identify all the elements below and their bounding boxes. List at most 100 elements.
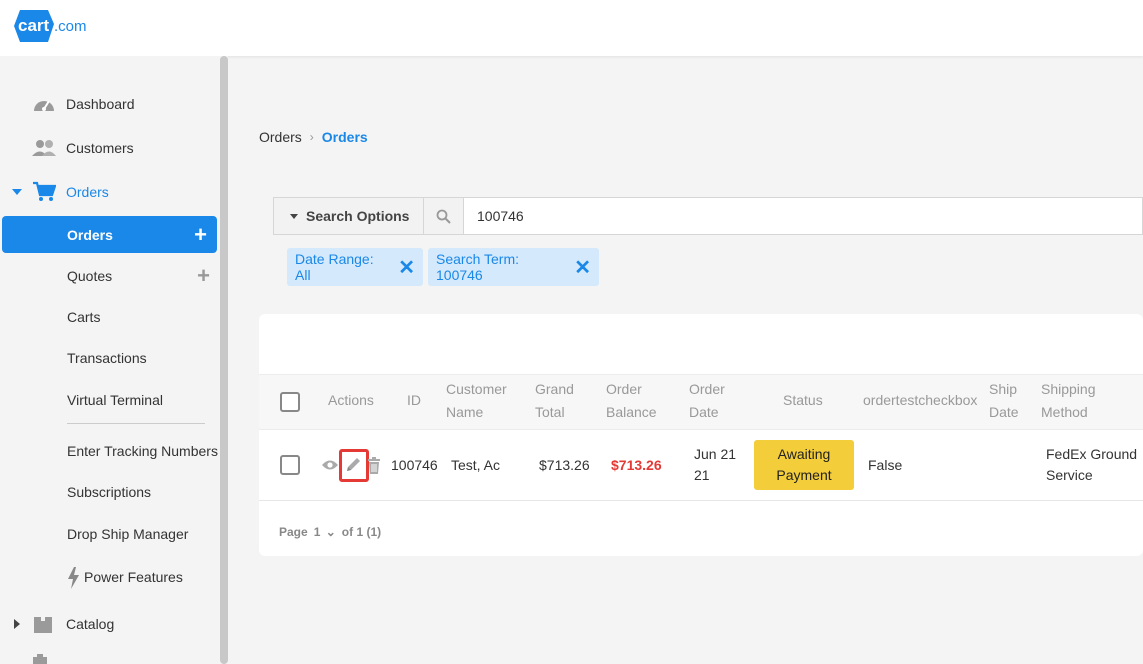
top-header: cart .com (0, 0, 1143, 56)
breadcrumb: Orders › Orders (259, 129, 368, 145)
header-line: Date (689, 404, 719, 420)
search-options-label: Search Options (306, 208, 410, 224)
column-header-ordertestcheckbox[interactable]: ordertestcheckbox (863, 389, 977, 412)
sidebar-subitem-virtual-terminal[interactable]: Virtual Terminal (0, 382, 220, 418)
search-bar: Search Options (273, 197, 1143, 235)
select-all-checkbox[interactable] (280, 392, 300, 412)
filter-chip-label: Date Range: All (295, 251, 374, 283)
column-header-actions: Actions (328, 392, 374, 408)
column-header-status[interactable]: Status (783, 389, 823, 412)
next-section-icon (33, 654, 47, 664)
status-badge: Awaiting Payment (754, 440, 854, 490)
sidebar-item-catalog[interactable]: Catalog (0, 606, 220, 642)
pagination: Page 1 ⌄ of 1 (1) (279, 525, 381, 539)
column-header-order-balance[interactable]: Order Balance (606, 378, 657, 424)
edit-highlight-box (339, 449, 369, 482)
order-balance: $713.26 (611, 457, 662, 473)
sidebar-item-label: Quotes (67, 268, 113, 284)
orders-table-card (259, 314, 1143, 556)
header-line: Method (1041, 404, 1088, 420)
sidebar-item-label: Orders (67, 226, 113, 243)
shipping-method: FedEx Ground Service (1046, 444, 1137, 486)
grand-total: $713.26 (539, 457, 590, 473)
column-header-shipping-method[interactable]: Shipping Method (1041, 378, 1096, 424)
catalog-box-icon (34, 613, 52, 633)
sidebar-item-label: Subscriptions (67, 484, 152, 500)
row-divider (259, 500, 1143, 501)
sidebar-item-label: Carts (67, 309, 101, 325)
breadcrumb-separator: › (309, 130, 314, 144)
search-icon-button[interactable] (424, 198, 464, 234)
remove-filter-icon[interactable]: ✕ (398, 255, 415, 280)
remove-filter-icon[interactable]: ✕ (574, 255, 591, 280)
order-id[interactable]: 100746 (391, 455, 438, 476)
date-line: 21 (694, 467, 710, 483)
sidebar-subitem-power-features[interactable]: Power Features (0, 559, 220, 595)
filter-chip-search-term: Search Term: 100746 ✕ (428, 248, 599, 286)
sidebar-item-label: Catalog (66, 616, 115, 632)
sidebar-subitem-quotes[interactable]: Quotes + (0, 258, 220, 294)
sidebar-subitem-carts[interactable]: Carts (0, 299, 220, 335)
search-input[interactable] (465, 198, 1135, 234)
column-header-ship-date[interactable]: Ship Date (989, 378, 1019, 424)
add-quote-icon[interactable]: + (197, 265, 210, 287)
sidebar-item-label: Dashboard (66, 96, 135, 112)
breadcrumb-current: Orders (321, 129, 368, 145)
ordertestcheckbox-value: False (868, 457, 903, 473)
filter-chip-label: Search Term: 100746 (436, 251, 519, 283)
filter-chip-date-range: Date Range: All ✕ (287, 248, 423, 286)
lightning-bolt-icon (68, 567, 79, 589)
customer-name[interactable]: Test, Ac (451, 455, 500, 476)
page-label: Page (279, 525, 308, 539)
sidebar-item-orders[interactable]: Orders (0, 174, 220, 210)
date-line: Jun 21 (694, 446, 737, 462)
row-select-checkbox[interactable] (280, 455, 300, 475)
method-line: FedEx Ground (1046, 446, 1138, 462)
search-icon (436, 209, 451, 224)
header-line: Ship (989, 381, 1018, 397)
customers-icon (32, 140, 56, 156)
sidebar-item-label: Customers (66, 140, 134, 156)
cart-com-logo[interactable]: cart .com (14, 4, 94, 48)
page-number: 1 (313, 525, 321, 539)
header-line: Total (535, 404, 565, 420)
column-header-order-date[interactable]: Order Date (689, 378, 725, 424)
sidebar-subitem-drop-ship-manager[interactable]: Drop Ship Manager (0, 516, 220, 552)
method-line: Service (1046, 467, 1093, 483)
header-line: Grand (535, 381, 574, 397)
header-line: Order (689, 381, 725, 397)
page-select[interactable]: 1 ⌄ (314, 525, 336, 539)
header-line: Customer (446, 381, 507, 397)
column-header-grand-total[interactable]: Grand Total (535, 378, 574, 424)
sidebar-item-customers[interactable]: Customers (0, 130, 220, 166)
header-line: Date (989, 404, 1019, 420)
sidebar-subitem-subscriptions[interactable]: Subscriptions (0, 474, 220, 510)
column-header-customer-name[interactable]: Customer Name (446, 378, 507, 424)
view-eye-icon[interactable] (321, 459, 339, 471)
sidebar-item-label: Power Features (84, 569, 183, 585)
search-options-button[interactable]: Search Options (274, 198, 424, 234)
breadcrumb-parent[interactable]: Orders (259, 129, 302, 145)
sidebar-item-label: Enter Tracking Numbers (67, 443, 218, 459)
header-line: Name (446, 404, 484, 420)
dashboard-gauge-icon (34, 100, 54, 111)
shopping-cart-icon (33, 181, 56, 201)
sidebar-divider (67, 423, 205, 424)
column-header-id[interactable]: ID (407, 389, 421, 412)
sidebar-scrollbar[interactable] (220, 56, 228, 664)
page-total: of 1 (1) (341, 525, 382, 539)
dropdown-caret-icon (290, 213, 298, 219)
sidebar-subitem-enter-tracking-numbers[interactable]: Enter Tracking Numbers (0, 433, 220, 469)
svg-text:cart: cart (18, 16, 50, 35)
sidebar-item-label: Transactions (67, 350, 147, 366)
header-line: Order (606, 381, 642, 397)
chevron-down-icon: ⌄ (325, 525, 336, 539)
delete-trash-icon[interactable] (367, 457, 381, 474)
sidebar-subitem-orders[interactable]: Orders + (2, 216, 217, 253)
order-date: Jun 21 21 (694, 444, 736, 486)
sidebar-item-dashboard[interactable]: Dashboard (0, 86, 220, 122)
header-line: Balance (606, 404, 657, 420)
sidebar-item-label: Orders (66, 184, 109, 200)
add-order-icon[interactable]: + (194, 223, 207, 246)
sidebar-subitem-transactions[interactable]: Transactions (0, 340, 220, 376)
